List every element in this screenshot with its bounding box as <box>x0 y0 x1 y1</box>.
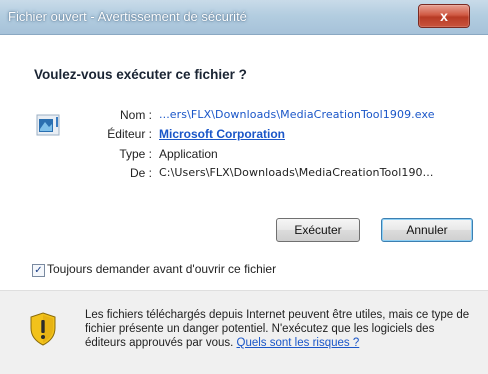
title-bar: Fichier ouvert - Avertissement de sécuri… <box>0 0 488 35</box>
field-name-row: Nom : ...ers\FLX\Downloads\MediaCreation… <box>0 108 488 126</box>
risks-link[interactable]: Quels sont les risques ? <box>237 337 360 349</box>
close-button[interactable]: x <box>418 4 470 28</box>
field-publisher-row: Éditeur : Microsoft Corporation <box>0 127 488 145</box>
always-ask-label[interactable]: Toujours demander avant d'ouvrir ce fich… <box>47 262 276 276</box>
field-type-row: Type : Application <box>0 147 488 165</box>
field-publisher-label: Éditeur : <box>107 127 152 141</box>
field-from-label: De : <box>129 166 152 180</box>
field-type-label: Type : <box>119 147 152 161</box>
field-from-row: De : C:\Users\FLX\Downloads\MediaCreatio… <box>0 166 488 184</box>
warning-footer: Les fichiers téléchargés depuis Internet… <box>0 291 488 374</box>
cancel-button[interactable]: Annuler <box>381 218 473 242</box>
field-from-value: C:\Users\FLX\Downloads\MediaCreationTool… <box>159 166 434 179</box>
field-name-link[interactable]: ...ers\FLX\Downloads\MediaCreationTool19… <box>159 108 435 121</box>
field-type-value: Application <box>159 147 218 161</box>
warning-message: Les fichiers téléchargés depuis Internet… <box>85 308 475 350</box>
window-title: Fichier ouvert - Avertissement de sécuri… <box>8 9 247 24</box>
dialog-heading: Voulez-vous exécuter ce fichier ? <box>34 67 247 82</box>
dialog-body: Voulez-vous exécuter ce fichier ? Nom : … <box>0 35 488 246</box>
close-icon: x <box>440 8 448 24</box>
field-name-label: Nom : <box>119 108 152 122</box>
always-ask-checkbox[interactable]: ✓ <box>32 264 45 277</box>
shield-warning-icon <box>30 312 56 346</box>
run-button[interactable]: Exécuter <box>276 218 360 242</box>
field-publisher-link[interactable]: Microsoft Corporation <box>159 127 285 141</box>
